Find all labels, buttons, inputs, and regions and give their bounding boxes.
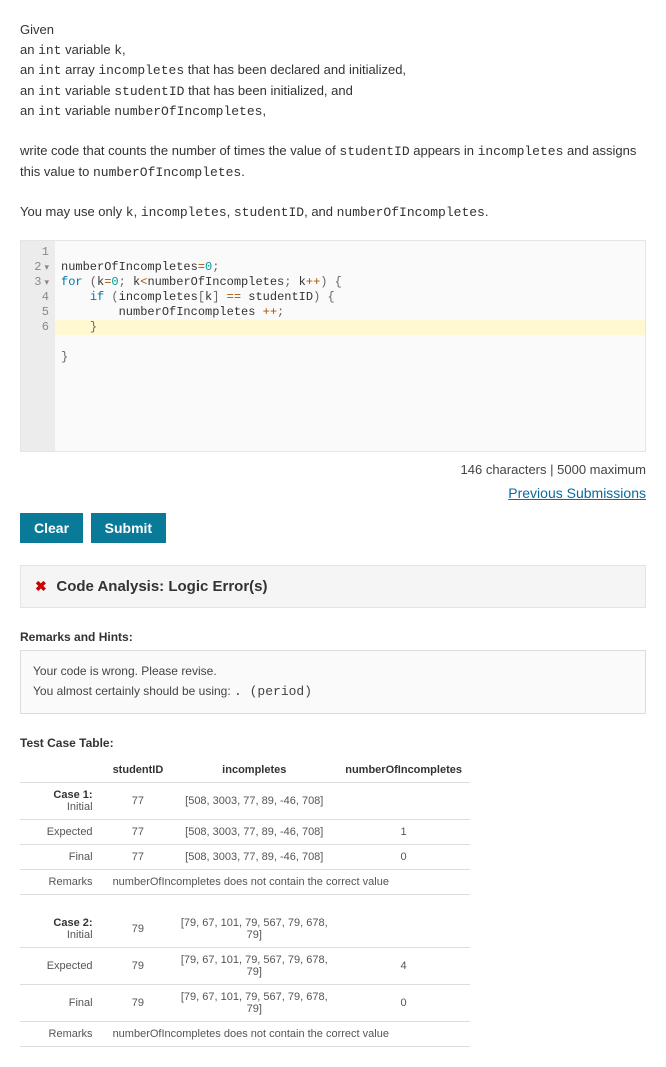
code-line: for (k=0; k<numberOfIncompletes; k++) { <box>61 275 342 289</box>
table-row: Final 79 [79, 67, 101, 79, 567, 79, 678,… <box>20 984 470 1021</box>
prompt-line: an int variable studentID that has been … <box>20 81 646 102</box>
line-number: 1 <box>25 245 49 260</box>
page-container: Given an int variable k, an int array in… <box>0 0 666 1067</box>
code-line: if (incompletes[k] == studentID) { <box>61 290 335 304</box>
line-number: 2▾ <box>25 260 49 275</box>
analysis-title: Code Analysis: Logic Error(s) <box>56 578 267 595</box>
test-case-table: studentID incompletes numberOfIncomplete… <box>20 758 470 1047</box>
table-row: Remarks numberOfIncompletes does not con… <box>20 870 470 895</box>
line-gutter: 1 2▾ 3▾ 4 5 6 <box>21 241 55 451</box>
remark-line: You almost certainly should be using: . … <box>33 681 633 703</box>
table-row: Remarks numberOfIncompletes does not con… <box>20 1021 470 1046</box>
testcase-heading: Test Case Table: <box>20 736 646 750</box>
error-icon: ✖ <box>35 578 47 594</box>
prompt-line: Given <box>20 20 646 40</box>
table-row: Final 77 [508, 3003, 77, 89, -46, 708] 0 <box>20 845 470 870</box>
submit-button[interactable]: Submit <box>91 513 166 543</box>
line-number: 5 <box>25 305 49 320</box>
character-count: 146 characters | 5000 maximum <box>20 462 646 477</box>
table-row: Case 2: Initial 79 [79, 67, 101, 79, 567… <box>20 911 470 948</box>
remarks-heading: Remarks and Hints: <box>20 630 646 644</box>
col-header: incompletes <box>171 758 337 783</box>
clear-button[interactable]: Clear <box>20 513 83 543</box>
col-header: numberOfIncompletes <box>337 758 470 783</box>
code-area[interactable]: numberOfIncompletes=0; for (k=0; k<numbe… <box>55 241 645 451</box>
question-prompt: Given an int variable k, an int array in… <box>20 20 646 222</box>
table-header-row: studentID incompletes numberOfIncomplete… <box>20 758 470 783</box>
prompt-line: write code that counts the number of tim… <box>20 141 646 182</box>
remarks-box: Your code is wrong. Please revise. You a… <box>20 650 646 714</box>
code-line: } <box>61 350 68 364</box>
prompt-line: an int variable numberOfIncompletes, <box>20 101 646 122</box>
col-header: studentID <box>105 758 172 783</box>
line-number: 4 <box>25 290 49 305</box>
previous-submissions-link[interactable]: Previous Submissions <box>508 485 646 501</box>
code-line: numberOfIncompletes ++; <box>61 305 284 319</box>
table-row: Expected 77 [508, 3003, 77, 89, -46, 708… <box>20 820 470 845</box>
table-row: Case 1: Initial 77 [508, 3003, 77, 89, -… <box>20 783 470 820</box>
remark-line: Your code is wrong. Please revise. <box>33 661 633 681</box>
line-number: 3▾ <box>25 275 49 290</box>
code-editor[interactable]: 1 2▾ 3▾ 4 5 6 numberOfIncompletes=0; for… <box>20 240 646 452</box>
table-row: Expected 79 [79, 67, 101, 79, 567, 79, 6… <box>20 947 470 984</box>
previous-submissions-row: Previous Submissions <box>20 485 646 501</box>
code-analysis-panel: ✖ Code Analysis: Logic Error(s) <box>20 565 646 608</box>
code-line: numberOfIncompletes=0; <box>61 260 219 274</box>
prompt-line: You may use only k, incompletes, student… <box>20 202 646 223</box>
line-number: 6 <box>25 320 49 335</box>
code-line-highlighted: } <box>55 320 645 335</box>
button-row: Clear Submit <box>20 513 646 543</box>
prompt-line: an int variable k, <box>20 40 646 61</box>
prompt-line: an int array incompletes that has been d… <box>20 60 646 81</box>
